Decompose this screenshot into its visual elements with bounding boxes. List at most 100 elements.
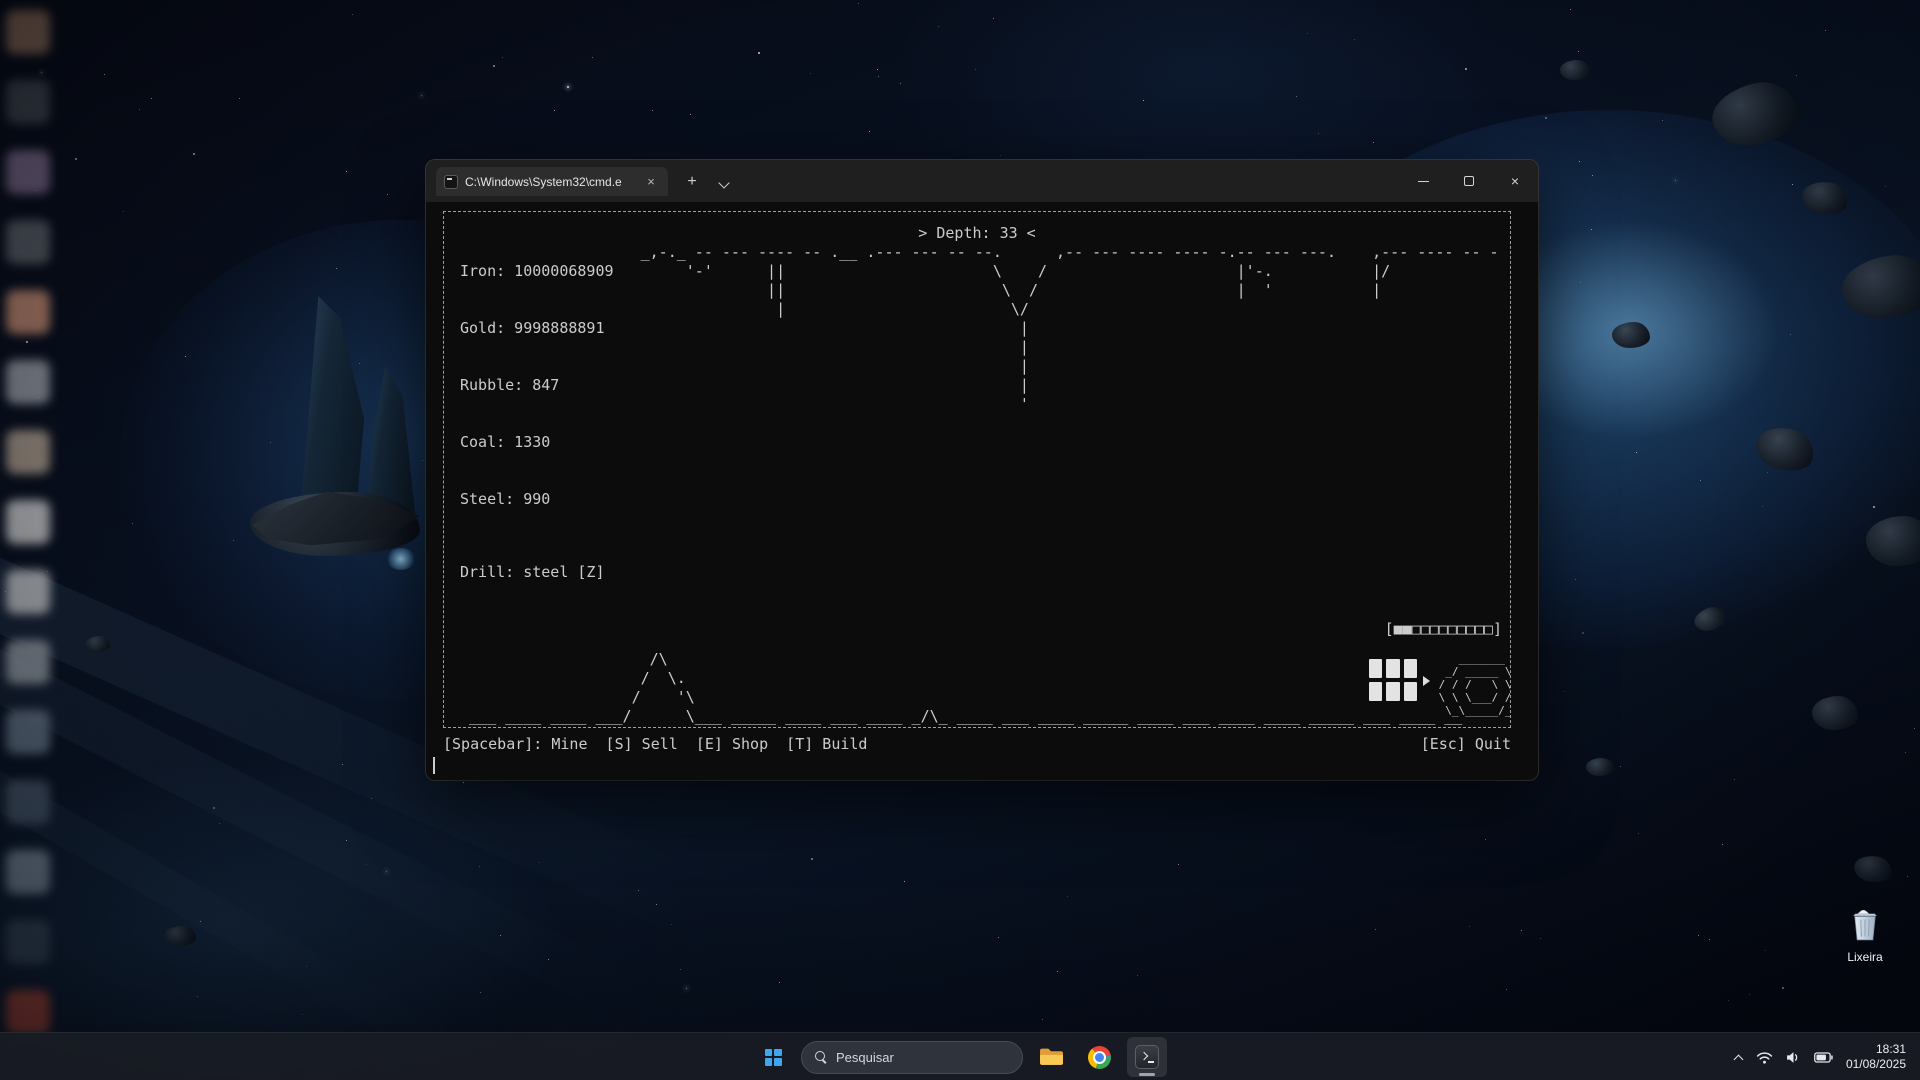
star xyxy=(810,73,811,74)
asteroid-art xyxy=(1560,60,1590,80)
star xyxy=(1700,480,1701,481)
new-tab-button[interactable]: + xyxy=(680,171,704,195)
star xyxy=(1578,51,1579,52)
star xyxy=(371,798,372,799)
star xyxy=(1885,186,1886,187)
star xyxy=(1728,1000,1729,1001)
star xyxy=(151,98,152,99)
command-menu: [Spacebar]: Mine [S] Sell [E] Shop [T] B… xyxy=(443,735,1511,753)
star xyxy=(1792,184,1793,185)
resource-coal: Coal: 1330 xyxy=(460,433,614,452)
star xyxy=(1579,161,1580,162)
blurred-tile xyxy=(6,920,50,964)
tray-chevron-icon[interactable] xyxy=(1734,1053,1743,1062)
chrome-icon xyxy=(1088,1046,1111,1069)
minimize-button[interactable] xyxy=(1400,160,1446,202)
maximize-button[interactable] xyxy=(1446,160,1492,202)
star xyxy=(758,52,760,54)
depth-indicator: > Depth: 33 < xyxy=(918,224,1035,243)
star xyxy=(342,764,343,765)
start-button[interactable] xyxy=(753,1037,793,1077)
clock[interactable]: 18:31 01/08/2025 xyxy=(1846,1042,1906,1072)
star xyxy=(185,356,186,357)
blurred-tile xyxy=(6,80,50,124)
chrome-button[interactable] xyxy=(1079,1037,1119,1077)
star xyxy=(123,211,124,212)
star xyxy=(270,442,271,443)
asteroid-art xyxy=(1752,422,1818,477)
engine-glow-art xyxy=(386,548,416,570)
asteroid-art xyxy=(1866,516,1920,566)
close-button[interactable]: × xyxy=(1492,160,1538,202)
menu-quit: [Esc] Quit xyxy=(1421,735,1511,753)
text-cursor xyxy=(433,757,435,774)
window-titlebar[interactable]: C:\Windows\System32\cmd.e × + × xyxy=(426,160,1538,202)
blurred-tile xyxy=(6,570,50,614)
tab-title: C:\Windows\System32\cmd.e xyxy=(465,175,635,189)
blurred-tile xyxy=(6,640,50,684)
battery-icon[interactable] xyxy=(1814,1052,1833,1063)
star xyxy=(1575,579,1576,580)
star xyxy=(1767,472,1768,473)
terminal-content[interactable]: Iron: 10000068909 Gold: 9998888891 Rubbl… xyxy=(426,202,1538,780)
star xyxy=(1564,691,1565,692)
star xyxy=(1137,975,1138,976)
star xyxy=(1638,833,1639,834)
search-input[interactable]: Pesquisar xyxy=(801,1041,1023,1074)
wifi-icon[interactable] xyxy=(1756,1051,1773,1064)
star xyxy=(554,110,555,111)
taskbar: Pesquisar xyxy=(0,1032,1920,1080)
star xyxy=(493,65,495,67)
terminal-button[interactable] xyxy=(1127,1037,1167,1077)
blurred-tile xyxy=(6,990,50,1034)
star xyxy=(592,57,593,58)
volume-icon[interactable] xyxy=(1786,1051,1801,1064)
recycle-bin[interactable]: Lixeira xyxy=(1836,908,1894,964)
star xyxy=(1000,155,1001,156)
star xyxy=(336,268,337,269)
star xyxy=(421,95,422,96)
tab-dropdown-icon[interactable] xyxy=(712,171,736,195)
star xyxy=(671,924,672,925)
star xyxy=(998,937,999,938)
recycle-bin-icon xyxy=(1849,908,1881,942)
star xyxy=(878,76,879,77)
star xyxy=(1709,939,1710,940)
tab-close-icon[interactable]: × xyxy=(642,173,660,191)
progress-bar: [■■□□□□□□□□□] xyxy=(1385,620,1502,639)
terrain-ceiling-art: _,-._ -- --- ---- -- .__ .--- --- -- --.… xyxy=(460,243,1499,414)
light-ray-art xyxy=(0,752,489,1080)
terrain-ground-art: /\ / \. / '\ ___ ____ ____ ___/ \___ ___… xyxy=(460,650,1462,726)
star xyxy=(132,523,133,524)
search-icon xyxy=(815,1051,827,1063)
terminal-window: C:\Windows\System32\cmd.e × + × Iron: 10… xyxy=(426,160,1538,780)
star xyxy=(690,114,691,115)
star xyxy=(386,871,387,872)
star xyxy=(1698,935,1699,936)
star xyxy=(1765,950,1766,951)
star xyxy=(869,131,870,132)
asteroid-art xyxy=(1612,322,1650,348)
terminal-tab[interactable]: C:\Windows\System32\cmd.e × xyxy=(436,167,668,196)
terminal-icon xyxy=(1135,1045,1159,1069)
star xyxy=(1540,938,1541,939)
star xyxy=(1905,752,1906,753)
star xyxy=(1662,120,1663,121)
star xyxy=(1545,117,1547,119)
star xyxy=(1734,779,1735,780)
file-explorer-button[interactable] xyxy=(1031,1037,1071,1077)
star xyxy=(502,57,503,58)
blurred-tile xyxy=(6,780,50,824)
blurred-tile xyxy=(6,10,50,54)
star xyxy=(239,98,240,99)
blurred-tile xyxy=(6,290,50,334)
resource-steel: Steel: 990 xyxy=(460,490,614,509)
star xyxy=(1825,30,1826,31)
star xyxy=(877,69,878,70)
asteroid-art xyxy=(1691,604,1728,635)
star xyxy=(1782,987,1784,989)
star xyxy=(1307,33,1308,34)
clock-time: 18:31 xyxy=(1846,1042,1906,1057)
star xyxy=(1790,334,1791,335)
clock-date: 01/08/2025 xyxy=(1846,1057,1906,1072)
